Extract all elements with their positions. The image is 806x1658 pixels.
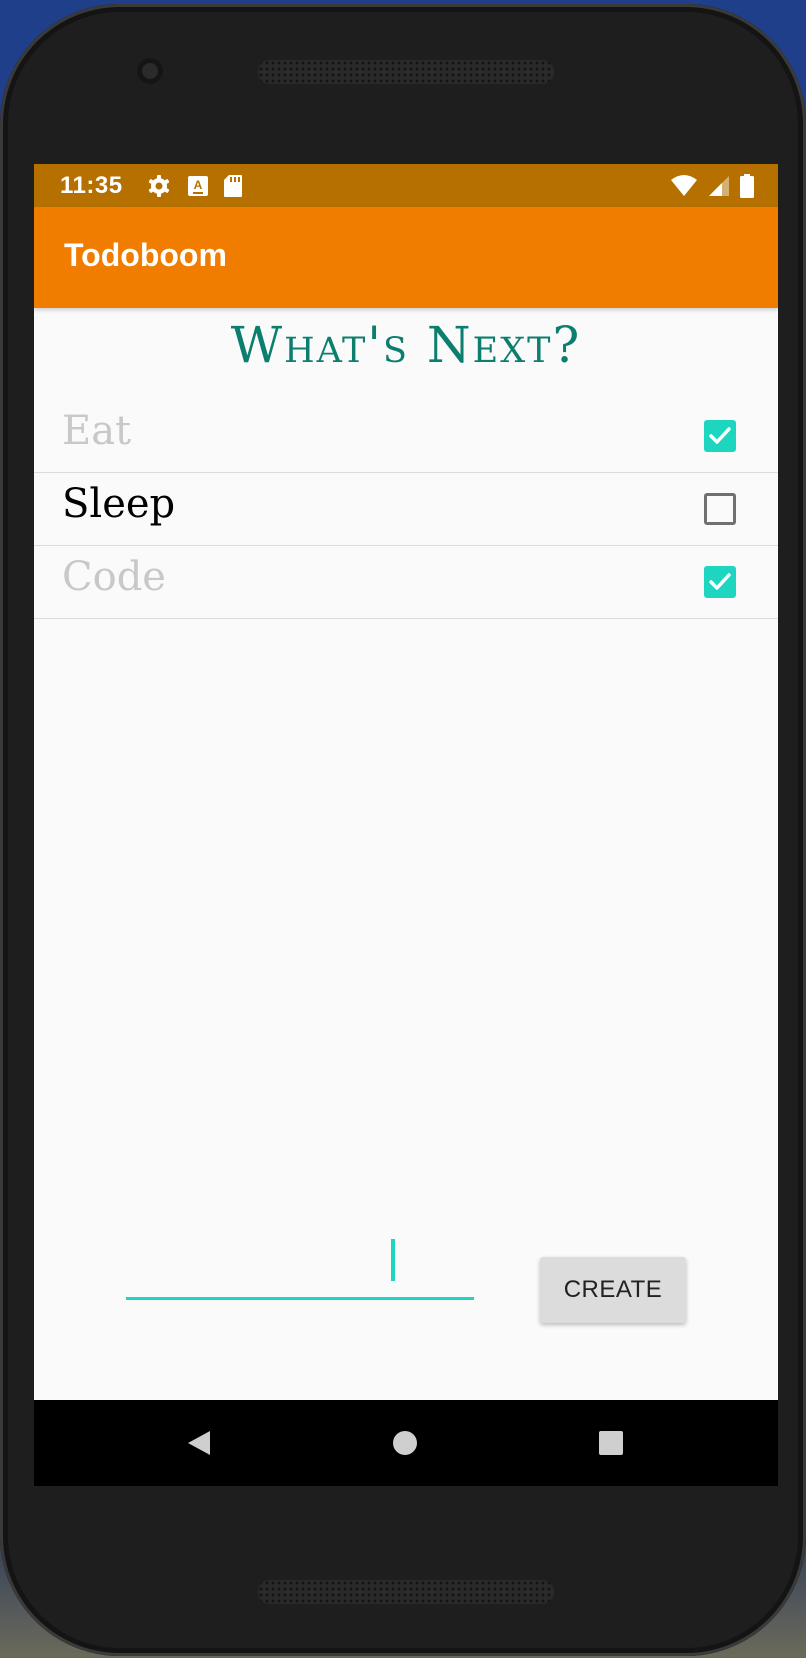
todo-item[interactable]: Code <box>34 546 778 619</box>
status-right <box>670 173 754 198</box>
todo-checkbox[interactable] <box>704 420 736 452</box>
back-icon[interactable] <box>184 1428 214 1458</box>
status-bar: 11:35 A <box>34 164 778 207</box>
todo-text: Code <box>62 554 166 600</box>
navigation-bar <box>34 1400 778 1486</box>
todo-item[interactable]: Eat <box>34 400 778 473</box>
bottom-speaker <box>258 1580 554 1604</box>
recents-icon[interactable] <box>596 1428 626 1458</box>
front-camera <box>137 58 163 84</box>
todo-item[interactable]: Sleep <box>34 473 778 546</box>
sd-card-icon <box>223 174 243 198</box>
page-heading: What's Next? <box>230 316 582 374</box>
check-icon <box>709 427 731 444</box>
earpiece-speaker <box>258 60 554 84</box>
screen: 11:35 A Todoboom What's Next? Eat Sleep … <box>34 164 778 1486</box>
todo-list: Eat Sleep Code <box>34 400 778 619</box>
app-bar: Todoboom <box>34 207 778 308</box>
create-button[interactable]: CREATE <box>540 1257 686 1323</box>
settings-icon <box>147 174 171 198</box>
keyboard-icon: A <box>187 175 209 197</box>
todo-checkbox[interactable] <box>704 493 736 525</box>
todo-text: Eat <box>62 408 132 454</box>
check-icon <box>709 573 731 590</box>
todo-text: Sleep <box>62 481 176 527</box>
new-todo-input[interactable] <box>126 1239 474 1300</box>
text-cursor <box>391 1239 395 1281</box>
status-time: 11:35 <box>60 171 123 199</box>
home-icon[interactable] <box>390 1428 420 1458</box>
todo-checkbox[interactable] <box>704 566 736 598</box>
battery-icon <box>740 173 754 198</box>
wifi-icon <box>670 174 698 197</box>
app-title: Todoboom <box>64 237 227 273</box>
svg-text:A: A <box>193 178 202 192</box>
phone-frame: 11:35 A Todoboom What's Next? Eat Sleep … <box>0 4 806 1656</box>
signal-icon <box>708 175 730 197</box>
